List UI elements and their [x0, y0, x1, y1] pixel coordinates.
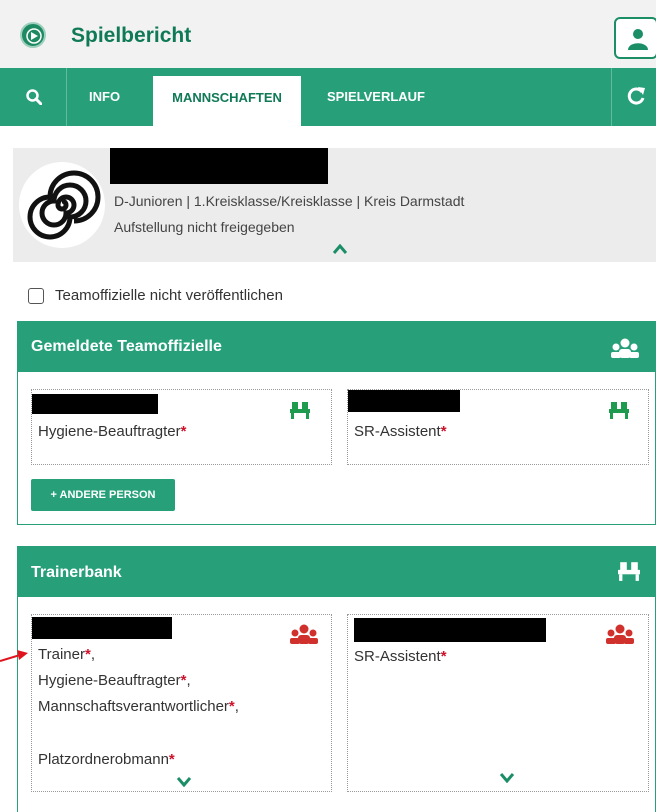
chevron-down-icon[interactable]: [500, 773, 514, 783]
tab-info[interactable]: INFO: [89, 68, 120, 126]
hide-officials-checkbox[interactable]: [28, 288, 44, 304]
bench-icon[interactable]: [609, 400, 629, 420]
lineup-status: Aufstellung nicht freigegeben: [114, 219, 295, 235]
chevron-down-icon[interactable]: [177, 777, 191, 787]
person-name-redacted: [32, 394, 158, 414]
team-league: D-Junioren | 1.Kreisklasse/Kreisklasse |…: [114, 193, 465, 209]
team-name-redacted: [110, 148, 328, 184]
search-icon: [26, 89, 42, 105]
tab-mannschaften[interactable]: MANNSCHAFTEN: [153, 76, 301, 126]
add-other-person-button[interactable]: + ANDERE PERSON: [31, 479, 175, 511]
team-header-card: D-Junioren | 1.Kreisklasse/Kreisklasse |…: [13, 148, 656, 262]
officials-panel-title: Gemeldete Teamoffizielle: [31, 338, 222, 355]
team-logo: [19, 162, 105, 248]
annotation-arrow-icon: [0, 650, 28, 662]
refresh-button[interactable]: [611, 68, 656, 126]
tab-spielverlauf[interactable]: SPIELVERLAUF: [327, 68, 425, 126]
app-header: Spielbericht: [0, 0, 656, 68]
bench-panel-title: Trainerbank: [31, 564, 122, 581]
user-button[interactable]: [614, 17, 656, 59]
bench-panel-header: Trainerbank: [18, 547, 655, 597]
officials-panel-header: Gemeldete Teamoffizielle: [18, 322, 655, 372]
bench-icon[interactable]: [290, 400, 310, 420]
bench-card-1[interactable]: Trainer*, Hygiene-Beauftragter*, Mannsch…: [31, 614, 332, 792]
official-role: Hygiene-Beauftragter*: [38, 423, 187, 440]
app-title: Spielbericht: [71, 24, 192, 47]
bench-card-2[interactable]: SR-Assistent*: [347, 614, 649, 792]
user-icon: [628, 29, 648, 50]
bench-role: SR-Assistent*: [354, 648, 447, 665]
official-card-1[interactable]: Hygiene-Beauftragter*: [31, 389, 332, 465]
team-officials-icon: [611, 338, 639, 358]
refresh-icon: [627, 87, 645, 105]
chevron-up-icon[interactable]: [333, 244, 347, 254]
team-officials-icon[interactable]: [289, 624, 319, 644]
hide-officials-label: Teamoffizielle nicht veröffentlichen: [55, 287, 283, 304]
dfb-logo-icon: [20, 22, 46, 48]
bench-role: Mannschaftsverantwortlicher*,: [38, 698, 239, 715]
officials-panel: Gemeldete Teamoffizielle Hygiene-Beauftr…: [17, 321, 656, 525]
team-officials-icon[interactable]: [605, 624, 635, 644]
bench-panel: Trainerbank Trainer*, Hygiene-Beauftragt…: [17, 546, 656, 812]
person-name-redacted: [32, 617, 172, 639]
main-nav: INFO MANNSCHAFTEN SPIELVERLAUF: [0, 68, 656, 126]
bench-role: Trainer*,: [38, 646, 95, 663]
search-button[interactable]: [0, 68, 67, 126]
official-card-2[interactable]: SR-Assistent*: [347, 389, 649, 465]
person-name-redacted: [354, 618, 546, 642]
bench-role: Platzordnerobmann*: [38, 751, 175, 768]
official-role: SR-Assistent*: [354, 423, 447, 440]
bench-role: Hygiene-Beauftragter*,: [38, 672, 191, 689]
person-name-redacted: [348, 390, 460, 412]
bench-icon: [618, 562, 640, 581]
